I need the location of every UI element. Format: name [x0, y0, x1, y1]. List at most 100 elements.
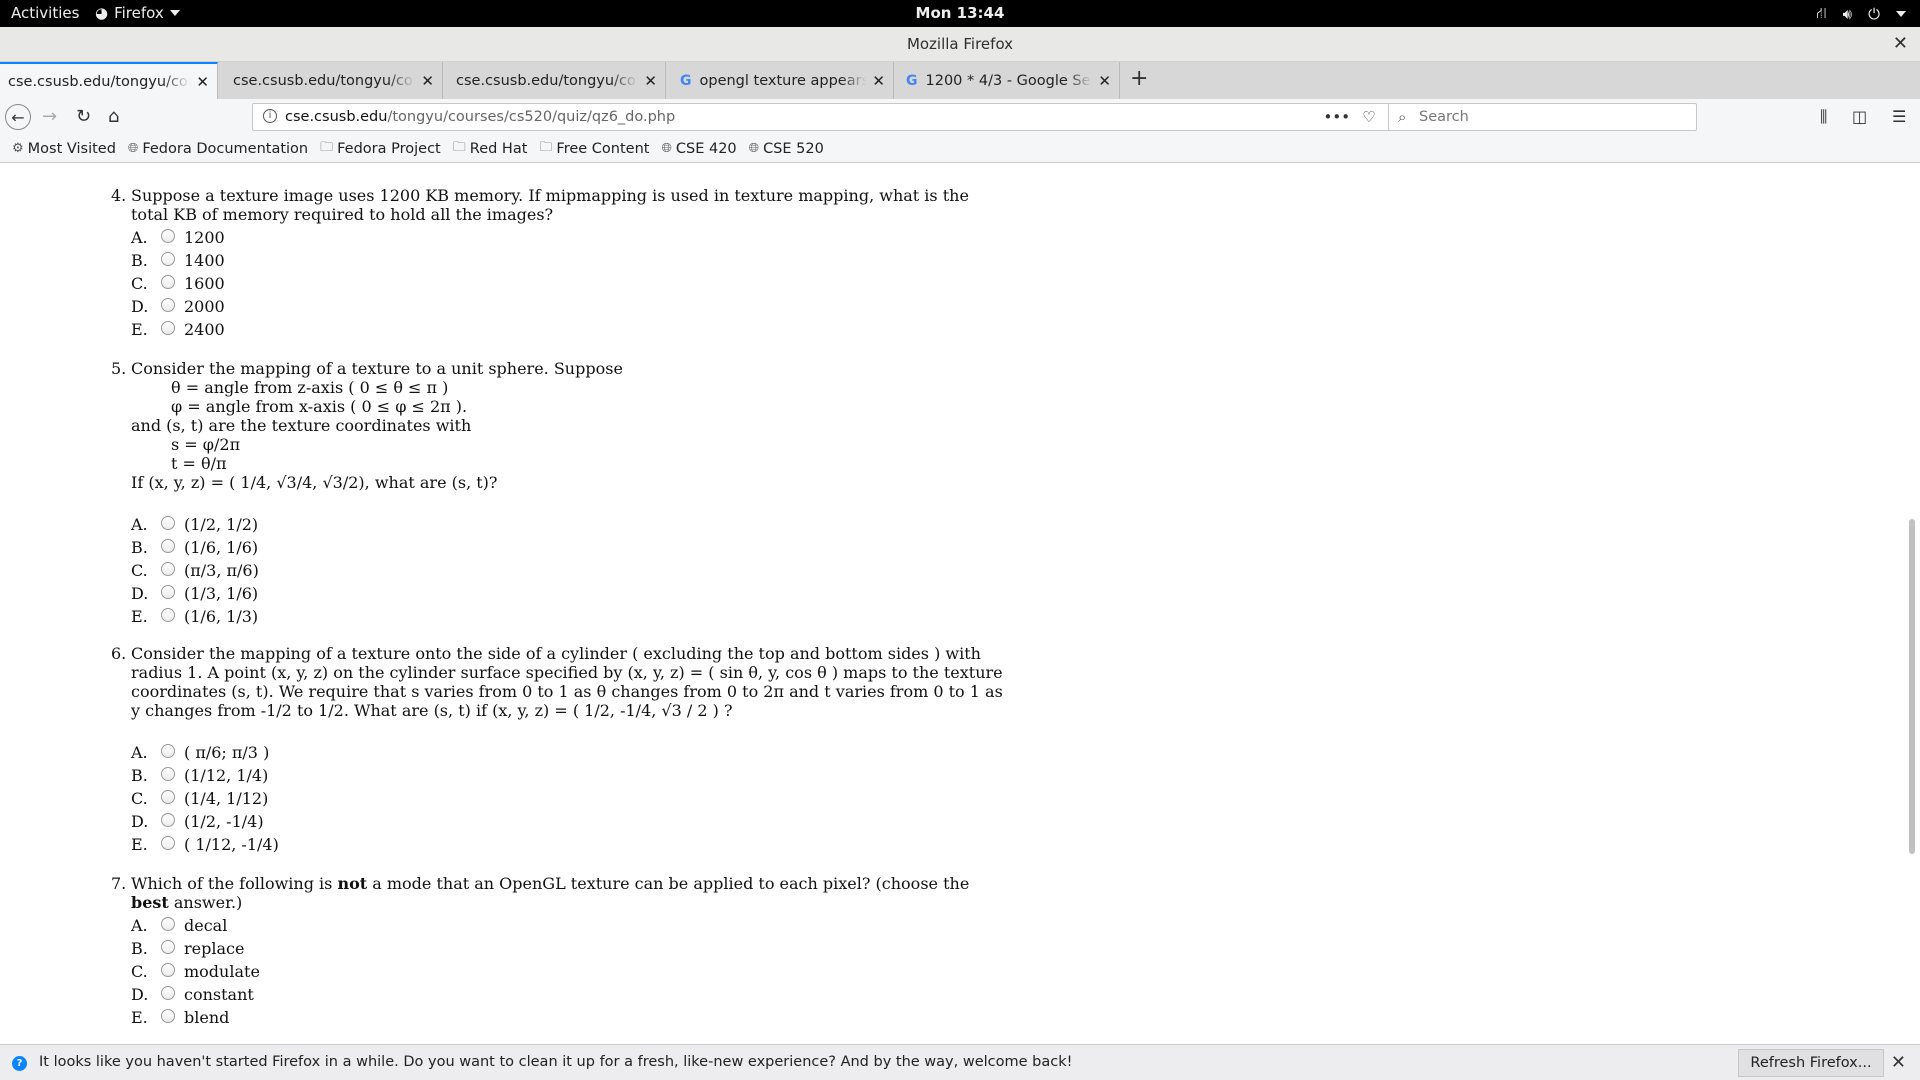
- library-icon[interactable]: ⫼: [1820, 107, 1827, 127]
- home-icon[interactable]: ⌂: [108, 106, 119, 127]
- page-content: 4. Suppose a texture image uses 1200 KB …: [0, 164, 1920, 1044]
- option-e[interactable]: E. 2400: [131, 318, 1011, 341]
- scrollbar[interactable]: [1909, 164, 1918, 1044]
- window-title: Mozilla Firefox: [906, 35, 1014, 53]
- radio-button[interactable]: [161, 916, 175, 931]
- tab-close-icon[interactable]: ✕: [872, 72, 885, 90]
- sidebar-icon[interactable]: ◫: [1852, 107, 1867, 126]
- option-a[interactable]: A. (1/2, 1/2): [131, 513, 1011, 536]
- tab-close-icon[interactable]: ✕: [421, 72, 434, 90]
- bookmark-fedora-project[interactable]: 🗀 Fedora Project: [320, 138, 441, 160]
- option-a[interactable]: A. 1200: [131, 226, 1011, 249]
- tab-close-icon[interactable]: ✕: [196, 73, 209, 91]
- power-icon: ⏻: [1868, 5, 1880, 23]
- folder-icon: 🗀: [452, 139, 466, 155]
- option-c[interactable]: C. modulate: [131, 960, 1011, 983]
- question-number: 4.: [111, 186, 127, 205]
- radio-button[interactable]: [161, 985, 175, 1000]
- option-b[interactable]: B. (1/12, 1/4): [131, 764, 1011, 787]
- bookmark-most-visited[interactable]: ⚙ Most Visited: [12, 141, 116, 157]
- radio-button[interactable]: [161, 789, 175, 804]
- url-path: /tongyu/courses/cs520/quiz/qz6_do.php: [387, 109, 676, 125]
- tab-5[interactable]: G 1200 * 4/3 - Google Sear ✕: [898, 62, 1120, 99]
- tab-close-icon[interactable]: ✕: [644, 72, 657, 90]
- radio-button[interactable]: [161, 561, 175, 576]
- tab-1[interactable]: cse.csusb.edu/tongyu/course ✕: [0, 62, 218, 99]
- url-bar[interactable]: i cse.csusb.edu/tongyu/courses/cs520/qui…: [252, 103, 1412, 131]
- option-e[interactable]: E. (1/6, 1/3): [131, 605, 1011, 628]
- radio-button[interactable]: [161, 320, 175, 335]
- question-number: 6.: [111, 644, 127, 663]
- option-c[interactable]: C. (π/3, π/6): [131, 559, 1011, 582]
- url-text[interactable]: cse.csusb.edu/tongyu/courses/cs520/quiz/…: [285, 109, 675, 125]
- bookmark-fedora-documentation[interactable]: 🌐︎ Fedora Documentation: [128, 141, 308, 157]
- tab-strip: cse.csusb.edu/tongyu/course ✕ cse.csusb.…: [0, 62, 1920, 99]
- option-c[interactable]: C. (1/4, 1/12): [131, 787, 1011, 810]
- radio-button[interactable]: [161, 228, 175, 243]
- bookmark-cse-420[interactable]: 🌐︎ CSE 420: [661, 141, 736, 157]
- clock[interactable]: Mon 13:44: [0, 4, 1920, 22]
- site-info-icon[interactable]: i: [263, 109, 277, 123]
- tab-close-icon[interactable]: ✕: [1098, 72, 1111, 90]
- option-a[interactable]: A.( π/6; π/3 ): [131, 741, 1011, 764]
- tab-2[interactable]: cse.csusb.edu/tongyu/course ✕: [225, 62, 443, 99]
- bookmark-red-hat[interactable]: 🗀 Red Hat: [453, 138, 528, 160]
- search-input[interactable]: [1419, 107, 1689, 127]
- gear-icon: ⚙: [12, 141, 24, 156]
- radio-button[interactable]: [161, 297, 175, 312]
- option-d[interactable]: D. 2000: [131, 295, 1011, 318]
- hamburger-menu-icon[interactable]: ☰: [1892, 107, 1906, 126]
- option-b[interactable]: B. 1400: [131, 249, 1011, 272]
- option-d[interactable]: D. constant: [131, 983, 1011, 1006]
- radio-button[interactable]: [161, 515, 175, 530]
- radio-button[interactable]: [161, 607, 175, 622]
- bookmark-free-content[interactable]: 🗀 Free Content: [539, 138, 649, 160]
- scrollbar-thumb[interactable]: [1909, 519, 1915, 854]
- navigation-toolbar: ← → ↻ ⌂ i cse.csusb.edu/tongyu/courses/c…: [0, 99, 1920, 135]
- window-titlebar: Mozilla Firefox ✕: [0, 27, 1920, 62]
- question-text: Consider the mapping of a texture to a u…: [131, 359, 623, 492]
- radio-button[interactable]: [161, 766, 175, 781]
- option-e[interactable]: E. blend: [131, 1006, 1011, 1029]
- option-b[interactable]: B. replace: [131, 937, 1011, 960]
- forward-arrow-icon[interactable]: →: [42, 106, 57, 127]
- bookmarks-toolbar: ⚙ Most Visited 🌐︎ Fedora Documentation 🗀 Fe…: [0, 135, 1920, 163]
- question-mark-icon: ?: [12, 1056, 27, 1071]
- new-tab-plus-icon[interactable]: +: [1130, 66, 1148, 91]
- radio-button[interactable]: [161, 1008, 175, 1023]
- radio-button[interactable]: [161, 812, 175, 827]
- radio-button[interactable]: [161, 538, 175, 553]
- radio-button[interactable]: [161, 274, 175, 289]
- tab-label: 1200 * 4/3 - Google Sear: [925, 72, 1093, 89]
- option-d[interactable]: D. (1/3, 1/6): [131, 582, 1011, 605]
- refresh-firefox-button[interactable]: Refresh Firefox...: [1738, 1049, 1884, 1077]
- bookmark-cse-520[interactable]: 🌐︎ CSE 520: [749, 141, 824, 157]
- tab-4[interactable]: G opengl texture appears th ✕: [672, 62, 894, 99]
- radio-button[interactable]: [161, 251, 175, 266]
- notification-bar: ? It looks like you haven't started Fire…: [0, 1044, 1920, 1080]
- back-arrow-icon[interactable]: ←: [5, 104, 31, 130]
- gnome-top-bar: Activities ◕ Firefox Mon 13:44 ⛙ 🔊︎ ⏻: [0, 0, 1920, 27]
- radio-button[interactable]: [161, 962, 175, 977]
- option-a[interactable]: A. decal: [131, 914, 1011, 937]
- notification-message: It looks like you haven't started Firefo…: [39, 1054, 1073, 1070]
- system-tray[interactable]: ⛙ 🔊︎ ⏻: [1816, 4, 1906, 24]
- search-bar[interactable]: ⌕: [1388, 103, 1697, 131]
- chevron-down-icon: [1896, 11, 1906, 17]
- radio-button[interactable]: [161, 835, 175, 850]
- pocket-icon[interactable]: ♡: [1362, 108, 1375, 126]
- window-close-icon[interactable]: ✕: [1893, 33, 1908, 54]
- option-c[interactable]: C. 1600: [131, 272, 1011, 295]
- radio-button[interactable]: [161, 584, 175, 599]
- option-e[interactable]: E.( 1/12, -1/4): [131, 833, 1011, 856]
- network-icon: ⛙: [1816, 4, 1827, 22]
- page-actions-icon[interactable]: •••: [1324, 108, 1351, 126]
- radio-button[interactable]: [161, 939, 175, 954]
- google-icon: G: [906, 72, 918, 89]
- reload-icon[interactable]: ↻: [76, 106, 91, 127]
- radio-button[interactable]: [161, 743, 175, 758]
- tab-3[interactable]: cse.csusb.edu/tongyu/course ✕: [448, 62, 666, 99]
- option-b[interactable]: B. (1/6, 1/6): [131, 536, 1011, 559]
- close-icon[interactable]: ✕: [1891, 1052, 1906, 1073]
- option-d[interactable]: D. (1/2, -1/4): [131, 810, 1011, 833]
